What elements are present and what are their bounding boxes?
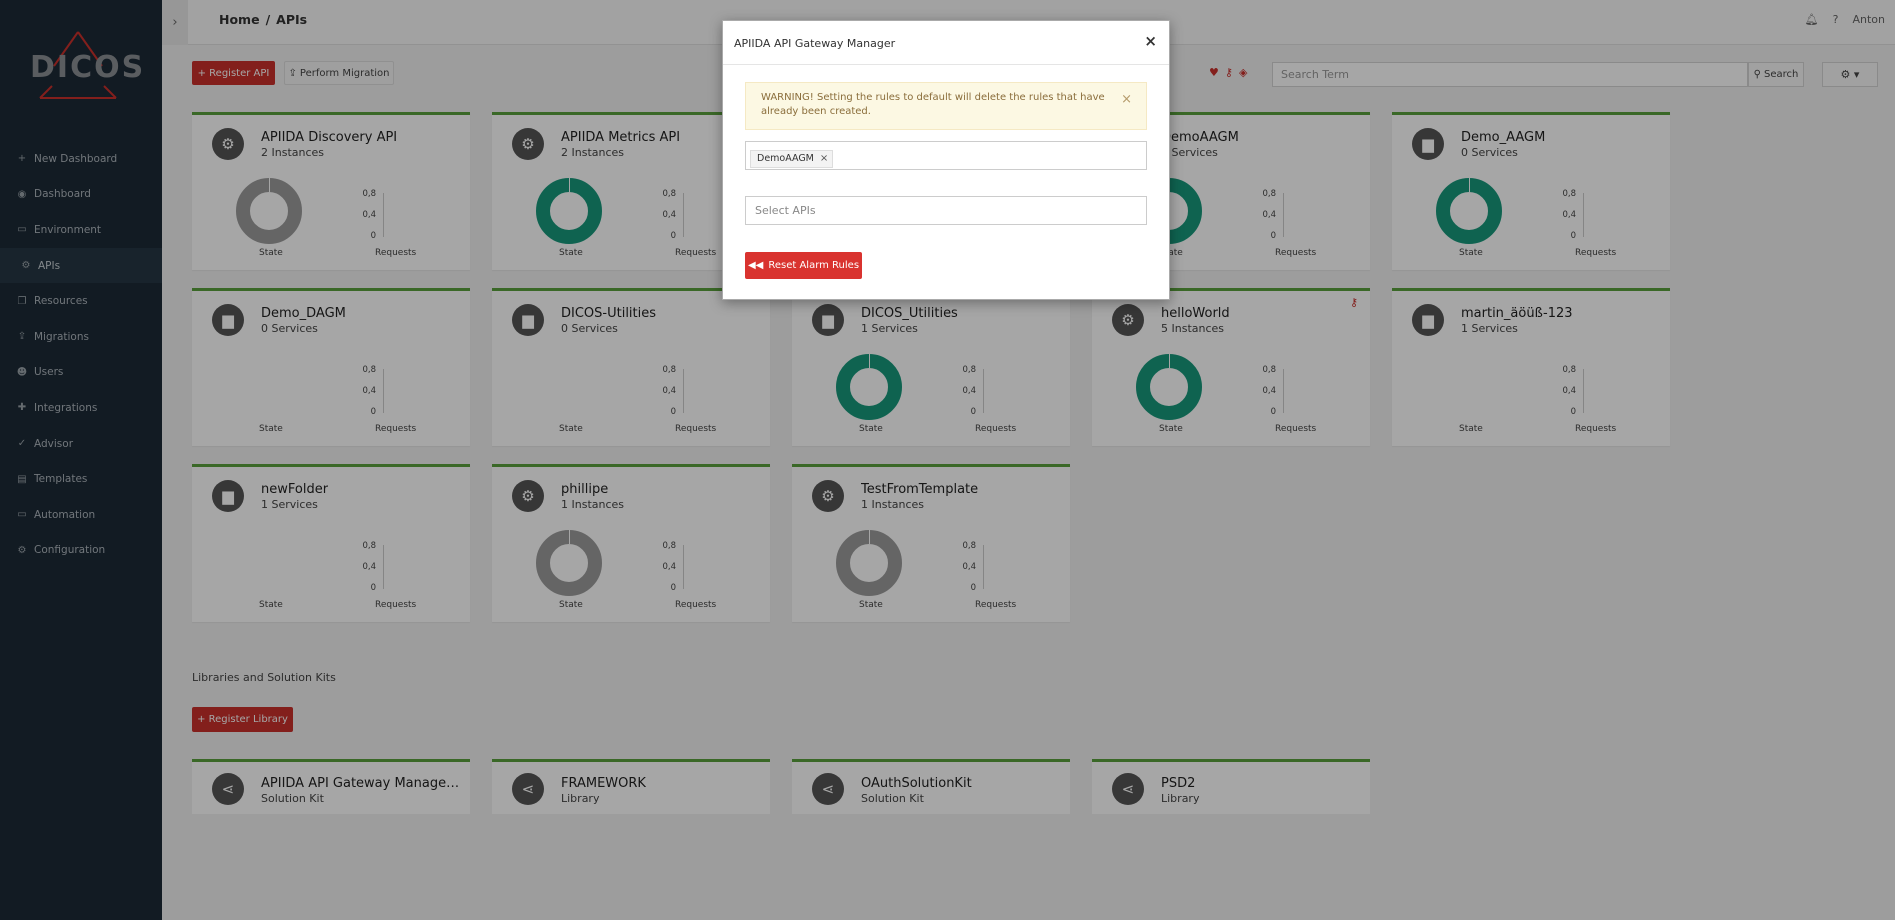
select-apis-input[interactable]: Select APIs [745,196,1147,225]
reset-button-label: Reset Alarm Rules [768,260,860,271]
warning-text: WARNING! Setting the rules to default wi… [761,92,1105,117]
tag-label: DemoAAGM [757,153,814,164]
modal-close-icon[interactable]: × [1144,32,1157,50]
selected-tag: DemoAAGM × [750,149,834,168]
modal-header: APIIDA API Gateway Manager × [723,21,1169,65]
reset-alarm-rules-button[interactable]: ◀◀ Reset Alarm Rules [745,252,862,279]
service-tag-input[interactable]: DemoAAGM × [745,141,1147,170]
alert-close-icon[interactable]: × [1121,93,1132,107]
tag-remove-icon[interactable]: × [820,153,828,164]
fast-backward-icon: ◀◀ [747,260,764,271]
alarm-rules-modal: APIIDA API Gateway Manager × WARNING! Se… [722,20,1170,300]
warning-alert: WARNING! Setting the rules to default wi… [745,82,1147,130]
modal-title: APIIDA API Gateway Manager [734,37,896,50]
